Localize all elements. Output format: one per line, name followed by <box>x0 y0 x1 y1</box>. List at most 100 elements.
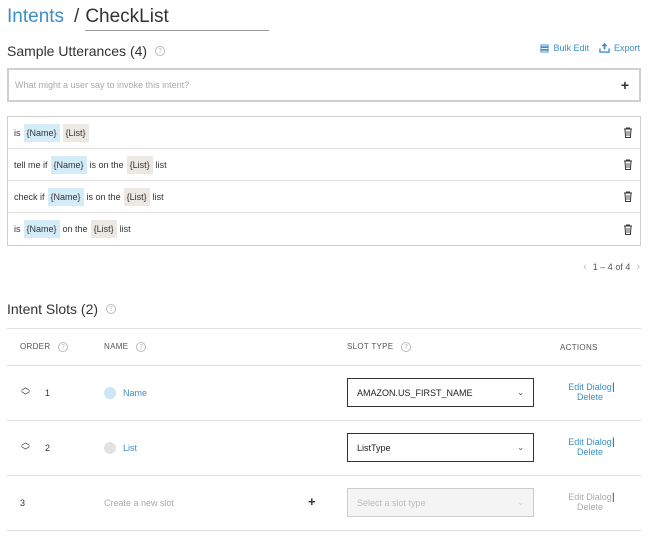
trash-icon[interactable] <box>623 159 633 170</box>
prev-page-icon[interactable]: ‹ <box>583 261 587 273</box>
slot-actions: Edit Dialog Delete <box>560 437 620 457</box>
breadcrumb-separator: / <box>74 6 80 27</box>
order-number: 1 <box>45 388 51 398</box>
order-number: 2 <box>45 443 51 453</box>
chevron-down-icon: ⌄ <box>517 498 524 507</box>
utterance-list: is {Name} {List} tell me if {Name} is on the{… <box>7 116 641 246</box>
utterance-word: tell me if <box>14 159 48 170</box>
edit-dialog-link[interactable]: Edit Dialog <box>560 382 620 392</box>
utterance-word: is <box>14 127 21 138</box>
utterance-text: check if {Name} is on the {List} list <box>14 187 623 206</box>
utterance-word: list <box>152 191 164 202</box>
slot-token-name[interactable]: {Name} <box>47 187 84 206</box>
utterance-word: on the <box>62 224 88 234</box>
slot-type-header: SLOT TYPE? <box>347 342 412 352</box>
help-icon[interactable]: ? <box>136 342 147 352</box>
intent-name-field[interactable]: CheckList <box>85 6 270 31</box>
slot-type-value: AMAZON.US_FIRST_NAME <box>357 387 473 398</box>
help-icon[interactable]: ? <box>106 304 117 314</box>
utterance-row[interactable]: is {Name} {List} <box>8 117 640 149</box>
slot-name-link[interactable]: Name <box>123 388 147 398</box>
slot-actions: Edit Dialog Delete <box>560 492 620 512</box>
pagination-label: 1 – 4 of 4 <box>592 262 631 272</box>
bulk-edit-label: Bulk Edit <box>553 43 589 53</box>
trash-icon[interactable] <box>623 127 633 138</box>
breadcrumb: Intents / CheckList <box>7 6 270 31</box>
edit-dialog-link[interactable]: Edit Dialog <box>560 492 620 502</box>
slot-row: ︿ ﹀ 2 List ListType ⌄ Edit Dialog Delete… <box>7 421 641 476</box>
slot-type-select[interactable]: ListType ⌄ <box>347 433 534 462</box>
action-divider: | <box>612 492 615 503</box>
utterance-text: is {Name} {List} <box>14 123 623 142</box>
slot-token-name[interactable]: {Name} <box>23 220 60 238</box>
bulk-edit-button[interactable]: Bulk Edit <box>540 43 589 53</box>
utterance-text: tell me if {Name} is on the {List} list <box>14 155 623 174</box>
order-number: 3 <box>20 498 26 508</box>
order-header: ORDER? <box>20 342 69 352</box>
delete-link[interactable]: Delete <box>560 392 620 402</box>
utterance-word: is <box>14 224 21 234</box>
utterance-word: check if <box>14 191 45 202</box>
trash-icon[interactable] <box>623 191 633 202</box>
utterance-word: list <box>119 224 131 234</box>
next-page-icon[interactable]: › <box>636 261 640 273</box>
edit-dialog-link[interactable]: Edit Dialog <box>560 437 620 447</box>
slot-token-name[interactable]: {Name} <box>23 123 60 142</box>
sample-utterances-title: Sample Utterances (4) ? <box>7 43 166 59</box>
help-icon[interactable]: ? <box>58 342 69 352</box>
slot-type-select[interactable]: Select a slot type ⌄ <box>347 488 534 517</box>
slot-row: ︿ ﹀ 1 Name AMAZON.US_FIRST_NAME ⌄ Edit D… <box>7 366 641 421</box>
utterance-row[interactable]: is {Name} on the {List} list <box>8 213 640 245</box>
slot-color-dot <box>104 442 116 454</box>
help-icon[interactable]: ? <box>401 342 412 352</box>
new-slot-row: 3 Create a new slot + Select a slot type… <box>7 476 641 531</box>
slot-token-list[interactable]: {List} <box>126 155 153 174</box>
action-divider: | <box>612 437 615 448</box>
bulk-edit-icon <box>540 43 550 53</box>
add-utterance-button[interactable]: + <box>621 77 629 93</box>
slot-name-link[interactable]: List <box>123 443 137 453</box>
utterance-word: is on the <box>86 191 121 202</box>
slot-token-list[interactable]: {List} <box>123 187 150 206</box>
utterance-word: list <box>155 159 167 170</box>
slots-table-header: ORDER? NAME? SLOT TYPE? ACTIONS <box>7 329 641 366</box>
utterance-text: is {Name} on the {List} list <box>14 220 623 238</box>
pagination: ‹ 1 – 4 of 4 › <box>583 261 640 273</box>
chevron-down-icon: ⌄ <box>517 443 524 452</box>
slot-type-value: ListType <box>357 442 391 453</box>
help-icon[interactable]: ? <box>155 46 166 56</box>
slot-token-list[interactable]: {List} <box>90 220 117 238</box>
reorder-arrows[interactable]: ︿ ﹀ <box>21 383 30 401</box>
slots-table: ORDER? NAME? SLOT TYPE? ACTIONS ︿ ﹀ 1 Na… <box>7 328 641 531</box>
utterance-input-box: + <box>7 68 641 102</box>
actions-header: ACTIONS <box>560 342 598 352</box>
utterance-row[interactable]: check if {Name} is on the {List} list <box>8 181 640 213</box>
chevron-down-icon[interactable]: ﹀ <box>21 392 30 401</box>
intent-slots-title: Intent Slots (2) ? <box>7 301 117 317</box>
trash-icon[interactable] <box>623 224 633 235</box>
sample-utterances-label: Sample Utterances (4) <box>7 43 148 59</box>
slot-color-dot <box>104 387 116 399</box>
slot-type-value: Select a slot type <box>357 497 426 508</box>
export-icon <box>599 43 610 53</box>
utterance-actions: Bulk Edit Export <box>540 43 640 53</box>
export-label: Export <box>613 43 640 53</box>
action-divider: | <box>612 382 615 393</box>
export-button[interactable]: Export <box>599 43 640 53</box>
delete-link[interactable]: Delete <box>560 447 620 457</box>
slot-token-list[interactable]: {List} <box>62 123 89 142</box>
utterance-input[interactable] <box>15 80 621 90</box>
intents-link[interactable]: Intents <box>7 6 64 28</box>
slot-token-name[interactable]: {Name} <box>50 155 87 174</box>
slot-rows: ︿ ﹀ 1 Name AMAZON.US_FIRST_NAME ⌄ Edit D… <box>7 366 641 476</box>
utterance-row[interactable]: tell me if {Name} is on the {List} list <box>8 149 640 181</box>
name-header: NAME? <box>104 342 147 352</box>
chevron-down-icon[interactable]: ﹀ <box>21 447 30 456</box>
delete-link[interactable]: Delete <box>560 502 620 512</box>
add-slot-button[interactable]: + <box>308 494 316 509</box>
slot-type-select[interactable]: AMAZON.US_FIRST_NAME ⌄ <box>347 378 534 407</box>
new-slot-input[interactable]: Create a new slot <box>104 498 174 508</box>
chevron-down-icon: ⌄ <box>517 388 524 397</box>
reorder-arrows[interactable]: ︿ ﹀ <box>21 438 30 456</box>
intent-slots-label: Intent Slots (2) <box>7 301 99 317</box>
